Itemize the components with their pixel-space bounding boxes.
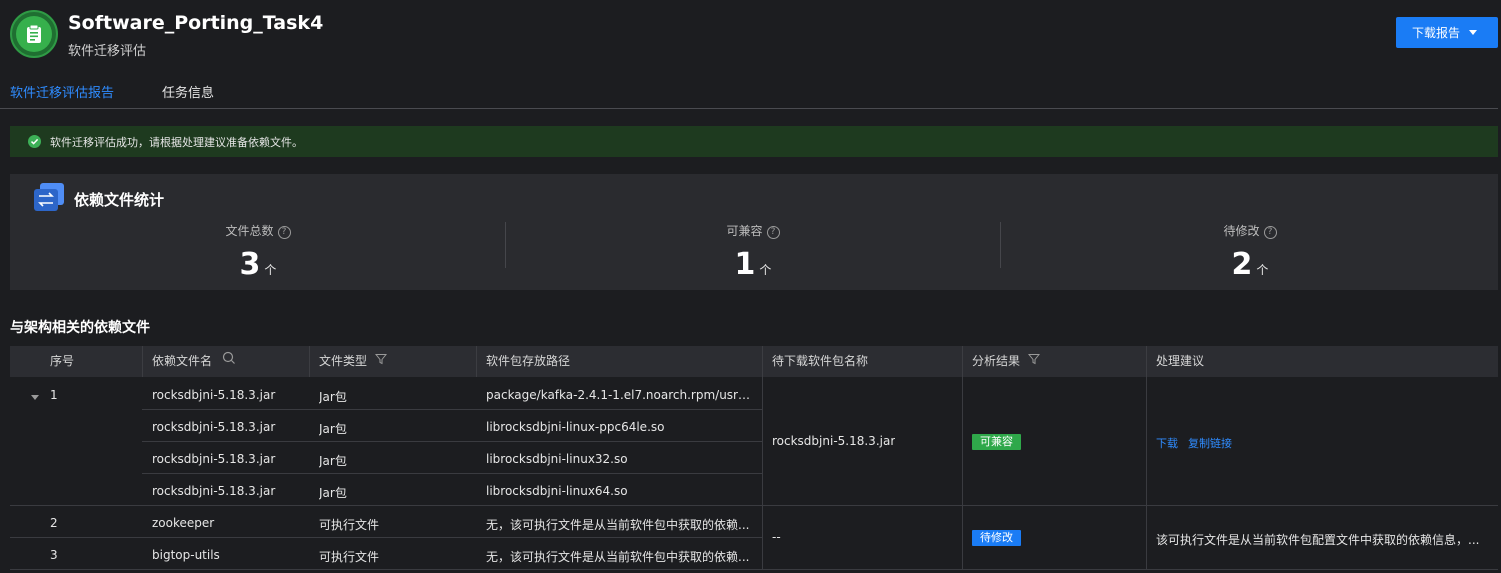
row-divider xyxy=(10,505,1498,506)
success-alert: 软件迁移评估成功，请根据处理建议准备依赖文件。 xyxy=(10,126,1498,157)
row-filename: rocksdbjni-5.18.3.jar xyxy=(152,420,276,434)
stat-value: 2 xyxy=(1231,247,1253,282)
table-header: 序号 依赖文件名 文件类型 软件包存放路径 待下载软件包名称 分析结果 处理建议 xyxy=(10,346,1498,377)
stat-label: 可兼容 xyxy=(726,224,763,238)
column-separator xyxy=(762,346,763,377)
tab-porting-report[interactable]: 软件迁移评估报告 xyxy=(10,82,114,101)
status-badge-compatible: 可兼容 xyxy=(972,434,1021,450)
download-report-label: 下载报告 xyxy=(1412,26,1461,40)
row-divider xyxy=(10,569,1498,570)
stats-title: 依赖文件统计 xyxy=(74,191,165,209)
row-path: librocksdbjni-linux64.so xyxy=(486,484,628,498)
tab-task-info[interactable]: 任务信息 xyxy=(162,82,214,101)
cell-divider xyxy=(762,377,763,505)
column-separator xyxy=(142,346,143,377)
row-divider xyxy=(142,473,762,474)
column-header-filetype: 文件类型 xyxy=(319,346,387,377)
row-path: librocksdbjni-linux-ppc64le.so xyxy=(486,420,665,434)
column-header-result-label: 分析结果 xyxy=(972,354,1021,368)
row-divider xyxy=(142,441,762,442)
row-path: 无，该可执行文件是从当前软件包中获取的依赖... xyxy=(486,518,750,532)
dependency-stats-panel: 依赖文件统计 文件总数? 3个 可兼容? 1个 待修改? 2个 xyxy=(10,174,1498,290)
collapse-caret-icon[interactable] xyxy=(30,391,40,405)
status-badge-to-modify: 待修改 xyxy=(972,530,1021,546)
search-icon[interactable] xyxy=(222,346,236,377)
caret-down-icon xyxy=(1469,30,1478,35)
advice-text: 该可执行文件是从当前软件包配置文件中获取的依赖信息，... xyxy=(1156,533,1480,547)
check-circle-icon xyxy=(28,135,41,148)
column-header-filename-label: 依赖文件名 xyxy=(152,354,213,368)
row-filename: zookeeper xyxy=(152,516,215,530)
row-filename: rocksdbjni-5.18.3.jar xyxy=(152,388,276,402)
copy-link[interactable]: 复制链接 xyxy=(1188,435,1232,451)
stat-label: 待修改 xyxy=(1223,224,1260,238)
package-name: rocksdbjni-5.18.3.jar xyxy=(772,434,896,448)
page-subtitle: 软件迁移评估 xyxy=(68,44,147,59)
column-header-advice: 处理建议 xyxy=(1156,354,1205,368)
row-filetype: Jar包 xyxy=(319,390,347,404)
row-filetype: Jar包 xyxy=(319,486,347,500)
stat-compatible: 可兼容? 1个 xyxy=(653,222,853,282)
row-divider xyxy=(142,409,762,410)
row-index: 2 xyxy=(50,516,58,530)
row-index: 3 xyxy=(50,548,58,562)
row-path: package/kafka-2.4.1-1.el7.noarch.rpm/usr… xyxy=(486,388,754,402)
help-icon[interactable]: ? xyxy=(766,226,780,239)
section-title: 与架构相关的依赖文件 xyxy=(10,320,150,336)
cell-divider xyxy=(1146,377,1147,569)
cell-divider xyxy=(762,505,763,569)
stat-value: 3 xyxy=(239,247,261,282)
tab-bar: 软件迁移评估报告 任务信息 xyxy=(0,70,1498,109)
stat-to-modify: 待修改? 2个 xyxy=(1150,222,1350,282)
stat-unit: 个 xyxy=(1256,263,1269,277)
row-index: 1 xyxy=(50,388,58,402)
row-filename: bigtop-utils xyxy=(152,548,220,562)
column-header-index: 序号 xyxy=(50,354,75,368)
row-divider xyxy=(10,537,762,538)
row-path: librocksdbjni-linux32.so xyxy=(486,452,628,466)
clipboard-icon xyxy=(10,10,58,58)
help-icon[interactable]: ? xyxy=(277,226,291,239)
transfer-icon xyxy=(34,183,66,213)
column-header-filetype-label: 文件类型 xyxy=(319,354,368,368)
package-name: -- xyxy=(772,530,781,544)
column-header-package: 待下载软件包名称 xyxy=(772,354,869,368)
column-header-filename: 依赖文件名 xyxy=(152,346,236,377)
column-separator xyxy=(962,346,963,377)
row-filetype: 可执行文件 xyxy=(319,518,380,532)
row-filename: rocksdbjni-5.18.3.jar xyxy=(152,484,276,498)
stat-total-files: 文件总数? 3个 xyxy=(158,222,358,282)
stat-value: 1 xyxy=(734,247,756,282)
column-separator xyxy=(309,346,310,377)
column-header-path: 软件包存放路径 xyxy=(486,354,571,368)
alert-text: 软件迁移评估成功，请根据处理建议准备依赖文件。 xyxy=(50,135,303,149)
download-link[interactable]: 下载 xyxy=(1156,435,1178,451)
divider xyxy=(1000,222,1001,268)
page-header: Software_Porting_Task4 软件迁移评估 下载报告 xyxy=(0,0,1501,70)
filter-icon[interactable] xyxy=(374,346,387,377)
column-header-result: 分析结果 xyxy=(972,346,1040,377)
divider xyxy=(505,222,506,268)
filter-icon[interactable] xyxy=(1027,346,1040,377)
row-filetype: Jar包 xyxy=(319,422,347,436)
cell-divider xyxy=(962,377,963,569)
stat-unit: 个 xyxy=(264,263,277,277)
row-filetype: 可执行文件 xyxy=(319,550,380,564)
column-separator xyxy=(476,346,477,377)
row-filename: rocksdbjni-5.18.3.jar xyxy=(152,452,276,466)
stat-unit: 个 xyxy=(759,263,772,277)
column-separator xyxy=(1146,346,1147,377)
row-filetype: Jar包 xyxy=(319,454,347,468)
help-icon[interactable]: ? xyxy=(1263,226,1277,239)
row-path: 无，该可执行文件是从当前软件包中获取的依赖... xyxy=(486,550,750,564)
stat-label: 文件总数 xyxy=(225,224,274,238)
page-title: Software_Porting_Task4 xyxy=(68,12,324,34)
download-report-button[interactable]: 下载报告 xyxy=(1396,17,1498,48)
